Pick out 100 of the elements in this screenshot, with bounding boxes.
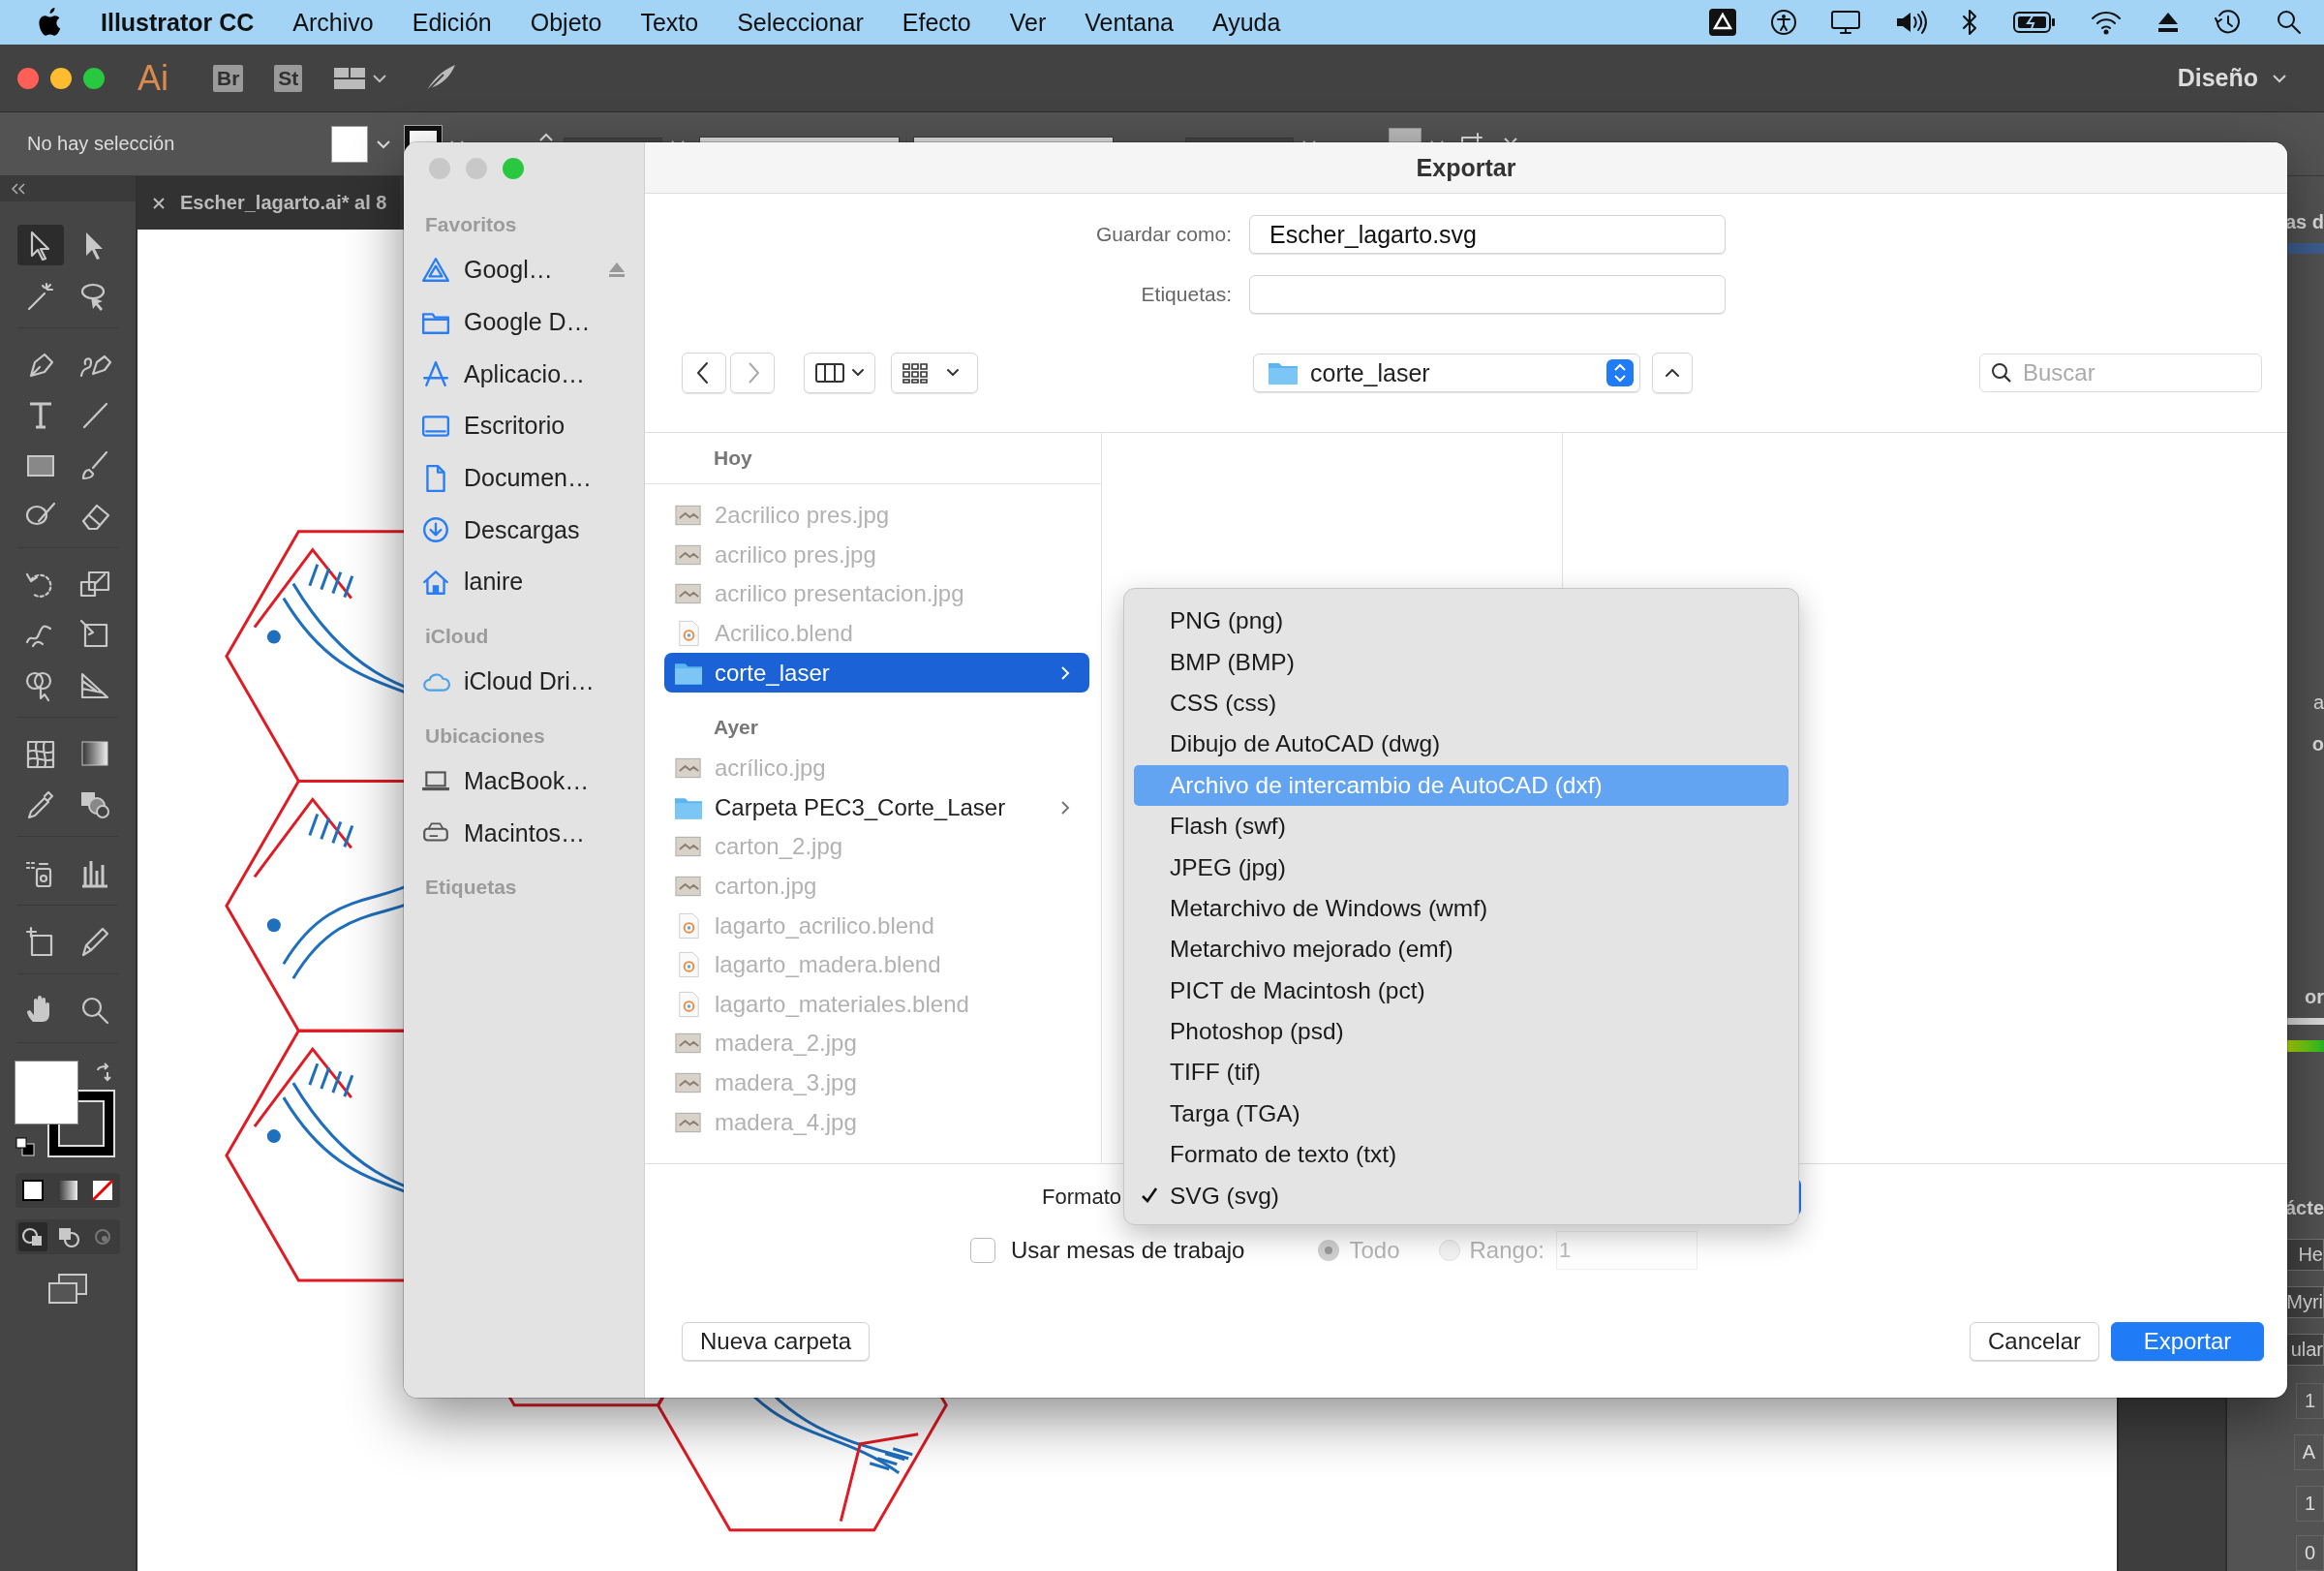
menu-item[interactable]: Illustrator CC bbox=[101, 8, 255, 37]
workspace-switcher[interactable]: Diseño bbox=[2177, 64, 2258, 92]
export-button[interactable]: Exportar bbox=[2111, 1322, 2264, 1361]
caret-icon[interactable] bbox=[372, 72, 388, 84]
wifi-icon[interactable] bbox=[2090, 9, 2123, 36]
value-field[interactable]: 1 bbox=[2295, 1383, 2324, 1419]
collapse-icon[interactable] bbox=[10, 182, 27, 196]
sidebar-heading: Etiquetas bbox=[424, 874, 518, 900]
sidebar-item[interactable]: lanire bbox=[421, 556, 627, 608]
menu-item[interactable]: Texto bbox=[640, 8, 699, 37]
sidebar-item[interactable]: Documen… bbox=[421, 451, 627, 505]
expand-icon[interactable] bbox=[1652, 353, 1693, 393]
grid-view-icon[interactable] bbox=[891, 353, 978, 393]
menu-item[interactable]: PNG (png) bbox=[1134, 601, 1789, 642]
bluetooth-icon[interactable] bbox=[1960, 8, 1979, 37]
apple-icon[interactable] bbox=[39, 8, 62, 37]
group-heading: Ayer bbox=[713, 714, 759, 740]
value-field[interactable]: 0 bbox=[2295, 1535, 2324, 1571]
sidebar-item[interactable]: Macintos… bbox=[421, 807, 627, 859]
menu-item[interactable]: Edición bbox=[412, 8, 492, 37]
value-field[interactable]: A bbox=[2293, 1434, 2324, 1470]
filename-field[interactable]: Escher_lagarto.svg bbox=[1249, 215, 1726, 254]
draw-normal-icon[interactable] bbox=[18, 1222, 47, 1251]
sidebar-item[interactable]: iCloud Dri… bbox=[421, 655, 627, 708]
checkbox[interactable] bbox=[970, 1238, 995, 1263]
column-view-icon[interactable] bbox=[804, 353, 875, 393]
close-button[interactable] bbox=[17, 67, 39, 89]
menu-item[interactable]: Photoshop (psd) bbox=[1134, 1010, 1789, 1053]
menu-item[interactable]: Metarchivo de Windows (wmf) bbox=[1134, 887, 1789, 930]
selection-icon[interactable] bbox=[17, 225, 64, 265]
zoom-button[interactable] bbox=[83, 67, 105, 89]
menu-item[interactable]: Objeto bbox=[530, 8, 602, 37]
sidebar-heading: iCloud bbox=[424, 623, 490, 649]
color-swatch[interactable] bbox=[2285, 1017, 2324, 1025]
stepper-icon bbox=[1606, 359, 1634, 386]
search-icon bbox=[1991, 362, 2012, 384]
menu-item[interactable]: Flash (swf) bbox=[1134, 805, 1789, 847]
sidebar-heading: Ubicaciones bbox=[424, 723, 546, 749]
search-field[interactable]: Buscar bbox=[1979, 354, 2262, 392]
fill-swatch[interactable] bbox=[331, 125, 368, 163]
sidebar-item[interactable]: Google D… bbox=[421, 295, 627, 349]
cancel-button[interactable]: Cancelar bbox=[1969, 1322, 2099, 1361]
back-icon[interactable] bbox=[682, 353, 726, 393]
menu-item[interactable]: JPEG (jpg) bbox=[1134, 847, 1789, 888]
menu-item[interactable]: BMP (BMP) bbox=[1134, 641, 1789, 683]
stroke-color-swatch[interactable] bbox=[49, 1092, 113, 1155]
sidebar-heading: Favoritos bbox=[424, 212, 518, 237]
sidebar-item[interactable]: MacBook… bbox=[421, 755, 627, 808]
dialog-title: Exportar bbox=[645, 142, 2287, 194]
layout-icon[interactable] bbox=[333, 65, 367, 91]
menu-item[interactable]: Ayuda bbox=[1212, 8, 1281, 37]
tags-field[interactable] bbox=[1249, 275, 1726, 314]
location-dropdown[interactable]: corte_laser bbox=[1253, 354, 1640, 392]
close-icon[interactable] bbox=[151, 195, 167, 211]
group-heading: Hoy bbox=[645, 433, 1101, 484]
fill-color-swatch[interactable] bbox=[15, 1061, 78, 1124]
file-row[interactable]: corte_laser bbox=[664, 653, 1089, 693]
menu-item[interactable]: Formato de texto (txt) bbox=[1134, 1134, 1789, 1176]
new-folder-button[interactable]: Nueva carpeta bbox=[682, 1322, 871, 1361]
caret-icon[interactable] bbox=[376, 138, 391, 150]
file-row[interactable]: Carpeta PEC3_Corte_Laser bbox=[664, 787, 1089, 828]
location-name: corte_laser bbox=[1310, 358, 1430, 387]
field-label: Etiquetas: bbox=[1140, 283, 1233, 306]
app-launcher[interactable]: St bbox=[274, 64, 303, 92]
screen-mode-icon[interactable] bbox=[46, 1272, 90, 1305]
menu-item[interactable]: Seleccionar bbox=[737, 8, 864, 37]
search-icon[interactable] bbox=[2276, 9, 2303, 36]
menu-item[interactable]: PICT de Macintosh (pct) bbox=[1134, 970, 1789, 1011]
app-launcher[interactable]: Br bbox=[213, 64, 244, 92]
menu-item[interactable]: Dibujo de AutoCAD (dwg) bbox=[1134, 724, 1789, 765]
app-logo: Ai bbox=[138, 57, 168, 99]
volume-icon[interactable] bbox=[1894, 9, 1927, 36]
sidebar-item[interactable]: Googl… bbox=[421, 244, 627, 296]
document-tab[interactable]: Escher_lagarto.ai* al 8 bbox=[138, 176, 401, 230]
sidebar-item[interactable]: Descargas bbox=[421, 504, 627, 557]
menu-item[interactable]: CSS (css) bbox=[1134, 682, 1789, 724]
menu-item[interactable]: Metarchivo mejorado (emf) bbox=[1134, 929, 1789, 970]
value-field[interactable]: 1 bbox=[2295, 1486, 2324, 1522]
caret-icon[interactable] bbox=[2272, 72, 2287, 84]
menu-item[interactable]: Ver bbox=[1009, 8, 1047, 37]
selection-status: No hay selección bbox=[27, 133, 176, 155]
accessibility-icon[interactable] bbox=[1770, 9, 1797, 36]
drive-icon[interactable] bbox=[1708, 8, 1737, 37]
apps-icon bbox=[421, 359, 450, 389]
default-colors-icon[interactable] bbox=[15, 1136, 36, 1157]
document-tab-title: Escher_lagarto.ai* al 8 bbox=[180, 192, 387, 214]
menu-item[interactable]: Efecto bbox=[902, 8, 971, 37]
display-icon[interactable] bbox=[1830, 9, 1861, 36]
battery-icon[interactable] bbox=[2012, 10, 2057, 35]
sidebar-item[interactable]: Aplicacio… bbox=[421, 348, 627, 401]
menu-item[interactable]: Targa (TGA) bbox=[1134, 1093, 1789, 1135]
radio-label: Todo bbox=[1349, 1237, 1400, 1264]
menu-item[interactable]: Ventana bbox=[1085, 8, 1174, 37]
menu-item[interactable]: TIFF (tif) bbox=[1134, 1052, 1789, 1094]
sidebar-item[interactable]: Escritorio bbox=[421, 400, 627, 452]
menu-item[interactable]: Archivo bbox=[292, 8, 374, 37]
menu-item[interactable]: SVG (svg) bbox=[1134, 1175, 1789, 1217]
field-label: Guardar como: bbox=[1094, 223, 1233, 246]
drive-icon bbox=[421, 255, 450, 285]
minimize-button[interactable] bbox=[50, 67, 72, 89]
